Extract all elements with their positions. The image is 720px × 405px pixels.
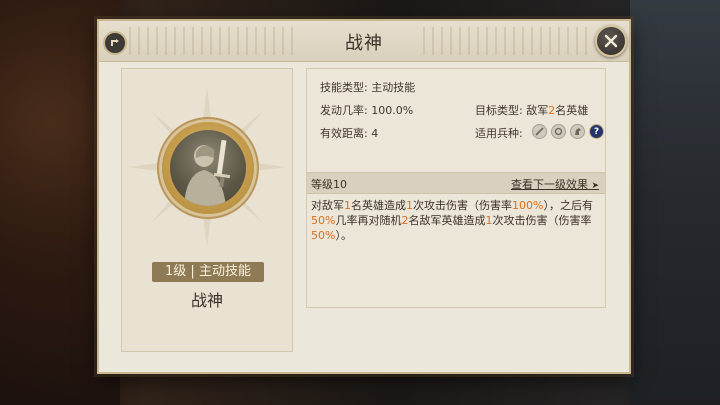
skill-medal <box>162 122 254 214</box>
skill-portrait <box>170 130 246 206</box>
skill-type-text: 技能类型: 主动技能 <box>320 81 416 94</box>
skill-info-panel: 技能类型: 主动技能 发动几率: 100.0% 目标类型: 敌军2名英雄 有效距… <box>306 68 606 308</box>
shield-icon <box>551 124 566 139</box>
view-next-level-link[interactable]: 查看下一级效果 ➤ <box>511 176 599 192</box>
trigger-rate-text: 发动几率: 100.0% <box>320 104 414 117</box>
level-label: 等级10 <box>311 178 347 191</box>
close-icon <box>604 34 618 48</box>
chevron-right-icon: ➤ <box>591 181 599 191</box>
skill-description: 对敌军1名英雄造成1次攻击伤害（伤害率100%），之后有50%几率再对随机2名敌… <box>311 199 593 242</box>
dialog-title: 战神 <box>345 33 383 54</box>
back-arrow-icon <box>111 39 119 46</box>
skill-name: 战神 <box>190 291 223 310</box>
horse-icon <box>570 124 585 139</box>
effective-range-text: 有效距离: 4 <box>320 127 379 140</box>
level-strip: 等级10 查看下一级效果 ➤ <box>307 172 605 194</box>
question-icon[interactable]: ? <box>589 124 604 139</box>
dialog-title-bar: 战神 <box>99 21 629 62</box>
skill-detail-dialog: 战神 1级 | 主动技能 战神 技能类型: 主动技能 发动几率: 100.0% … <box>97 19 631 374</box>
skill-level-tag: 1级 | 主动技能 <box>152 262 264 282</box>
back-button[interactable] <box>103 31 127 55</box>
warrior-sword-icon <box>184 139 231 206</box>
sword-icon <box>532 124 547 139</box>
close-button[interactable] <box>595 25 627 57</box>
applicable-troops-label: 适用兵种: <box>475 127 523 140</box>
target-type-text: 目标类型: 敌军2名英雄 <box>475 104 589 117</box>
troop-type-icons: ? <box>532 124 604 139</box>
skill-card: 1级 | 主动技能 战神 <box>121 68 293 352</box>
